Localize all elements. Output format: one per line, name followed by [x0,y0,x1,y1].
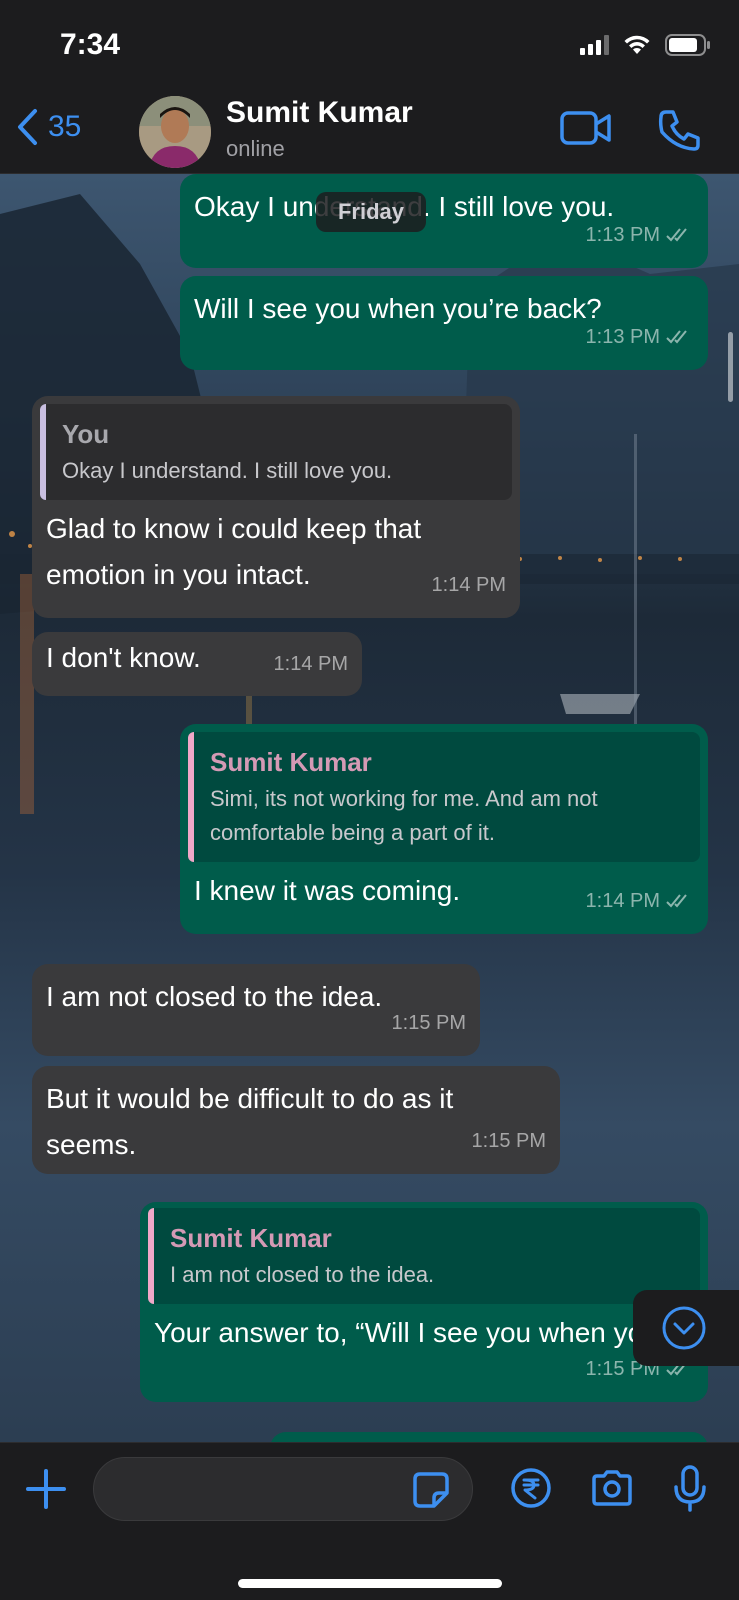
quote-text: Simi, its not working for me. And am not… [210,786,598,845]
unread-count: 35 [48,110,82,143]
plus-icon [26,1469,66,1509]
avatar[interactable] [139,96,211,168]
attach-button[interactable] [26,1469,66,1514]
message-bubble-outgoing[interactable]: Will I see you when you’re back? 1:13 PM [180,276,708,370]
message-bubble-outgoing[interactable]: Okay I understand. I still love you. 1:1… [180,174,708,268]
scroll-indicator[interactable] [728,332,733,402]
quote-author: Sumit Kumar [170,1223,332,1253]
battery-icon [665,34,710,56]
signal-icon [580,35,609,55]
wifi-icon [624,35,650,54]
phone-icon [658,110,700,151]
date-separator: Friday [316,192,426,232]
message-text: Glad to know i could keep that emotion i… [46,513,422,590]
status-time: 7:34 [60,28,121,61]
chevron-down-circle-icon [662,1306,706,1350]
microphone-icon [674,1465,706,1512]
contact-name[interactable]: Sumit Kumar [226,96,413,130]
message-bubble-incoming[interactable]: You Okay I understand. I still love you.… [32,396,520,618]
voice-call-button[interactable] [658,108,702,157]
message-time: 1:15 PM [471,1130,546,1152]
quote-author: Sumit Kumar [210,747,372,777]
message-time: 1:14 PM [585,890,660,912]
status-bar: 7:34 [0,0,739,90]
message-meta: 1:15 PM [392,1000,466,1046]
message-bubble-incoming[interactable]: I don't know. 1:14 PM [32,632,362,696]
double-check-icon [666,330,687,344]
message-text: But it would be difficult to do as it se… [46,1083,454,1160]
microphone-button[interactable] [673,1465,707,1518]
message-time: 1:14 PM [273,653,348,675]
message-meta: 1:13 PM [586,314,694,360]
camera-icon [592,1470,632,1506]
input-bar [0,1442,739,1600]
message-time: 1:14 PM [431,574,506,596]
message-meta: 1:15 PM [472,1118,546,1164]
payment-button[interactable] [510,1467,552,1514]
rupee-icon [511,1468,551,1508]
message-time: 1:13 PM [585,326,660,348]
message-time: 1:15 PM [391,1012,466,1034]
camera-button[interactable] [590,1469,634,1512]
avatar-image [139,96,211,168]
chat-header: 35 Sumit Kumar online [0,90,739,174]
chevron-left-icon [18,109,37,145]
quote-author: You [62,419,110,449]
quote-text: Okay I understand. I still love you. [62,458,393,483]
message-meta: 1:14 PM [432,562,506,608]
sticker-icon [413,1472,449,1508]
contact-status: online [226,136,285,161]
sticker-button[interactable] [412,1471,450,1514]
message-bubble-outgoing[interactable]: Sumit Kumar I am not closed to the idea.… [140,1202,708,1402]
message-bubble-outgoing[interactable] [270,1432,708,1442]
double-check-icon [666,228,687,242]
scroll-to-bottom-button[interactable] [633,1290,739,1366]
message-meta: 1:13 PM [586,212,694,258]
quoted-message[interactable]: You Okay I understand. I still love you. [40,404,512,500]
video-camera-icon [560,111,611,145]
message-meta: 1:14 PM [586,878,694,924]
video-call-button[interactable] [560,110,612,151]
message-bubble-incoming[interactable]: But it would be difficult to do as it se… [32,1066,560,1174]
message-bubble-incoming[interactable]: I am not closed to the idea. 1:15 PM [32,964,480,1056]
quoted-message[interactable]: Sumit Kumar Simi, its not working for me… [188,732,700,862]
chat-area[interactable]: Okay I understand. I still love you. 1:1… [0,174,739,1442]
message-bubble-outgoing[interactable]: Sumit Kumar Simi, its not working for me… [180,724,708,934]
quoted-message[interactable]: Sumit Kumar I am not closed to the idea. [148,1208,700,1304]
back-button[interactable]: 35 [16,108,81,146]
quote-text: I am not closed to the idea. [170,1262,435,1287]
status-icons [580,34,711,56]
double-check-icon [666,894,687,908]
message-time: 1:13 PM [585,224,660,246]
message-meta: 1:14 PM [274,642,348,686]
home-indicator[interactable] [238,1579,502,1588]
